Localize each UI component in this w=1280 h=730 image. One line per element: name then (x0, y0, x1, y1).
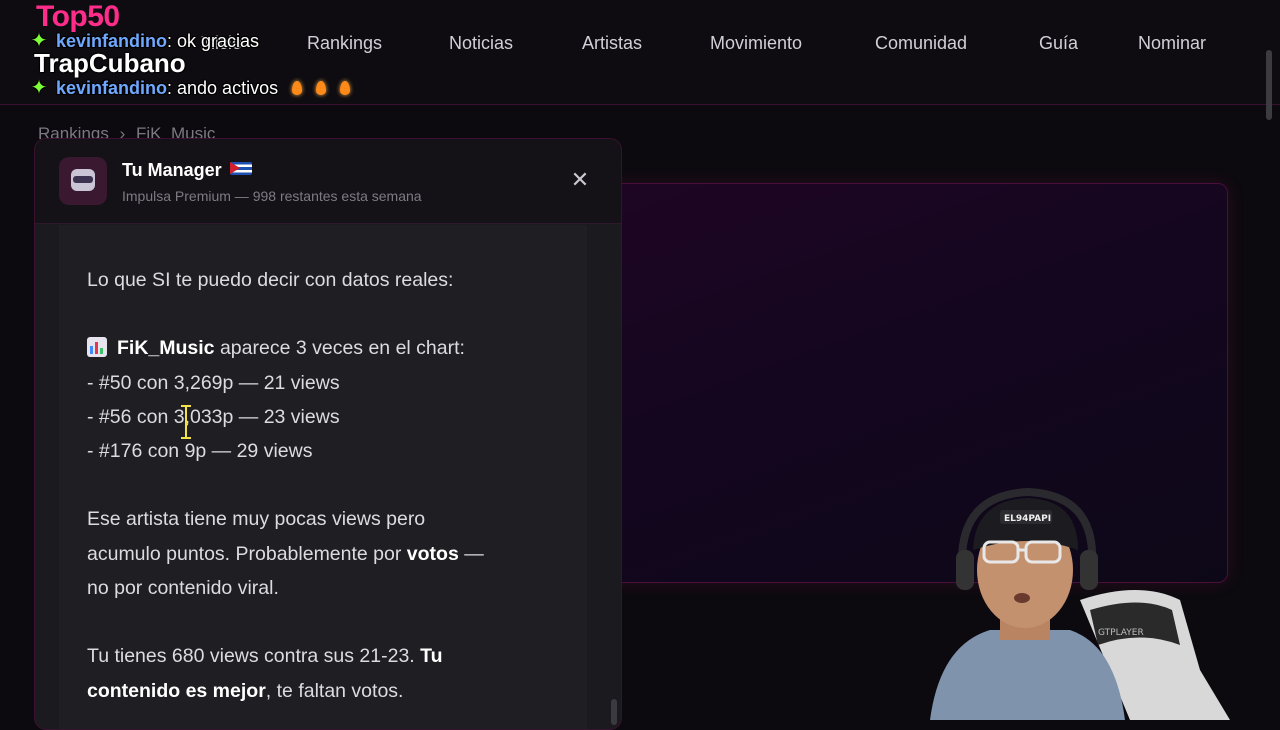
nav-item-guia[interactable]: Guía (1039, 33, 1078, 54)
text-cursor-icon (181, 405, 191, 439)
manager-subtitle: Impulsa Premium — 998 restantes esta sem… (122, 188, 422, 204)
chat-message: ✦ kevinfandino: ando activos (28, 75, 351, 100)
close-icon[interactable]: ✕ (569, 169, 591, 191)
chart-entry: - #176 con 9p — 29 views (87, 440, 313, 463)
message-line: contenido es mejor, te faltan votos. (87, 679, 404, 702)
message-line: FiK_Music aparece 3 veces en el chart: (87, 331, 557, 365)
nav-item-noticias[interactable]: Noticias (449, 33, 513, 54)
fire-icon (340, 81, 351, 95)
bar-chart-icon (87, 337, 107, 358)
chair-brand-text: GTPLAYER (1098, 628, 1144, 638)
sparkle-icon: ✦ (30, 77, 48, 99)
chat-username: kevinfandino (56, 78, 168, 98)
nav-item-artistas[interactable]: Artistas (582, 33, 642, 54)
cap-text: EL94PAPI (1004, 514, 1051, 524)
message-bubble: Lo que SI te puedo decir con datos reale… (59, 225, 587, 729)
chat-text: : ando activos (167, 78, 279, 98)
streamer-webcam-image: GTPLAYER EL94PAPI (930, 487, 1230, 720)
fire-icon (292, 81, 303, 95)
nav-item-movimiento[interactable]: Movimiento (710, 33, 802, 54)
webcam-overlay: GTPLAYER EL94PAPI (900, 470, 1280, 720)
message-line: Ese artista tiene muy pocas views pero (87, 508, 426, 531)
manager-panel: Tu Manager Impulsa Premium — 998 restant… (34, 138, 622, 730)
artist-name: FiK_Music (117, 337, 215, 360)
nav-item-nominar[interactable]: Nominar (1138, 33, 1206, 54)
manager-scrollbar[interactable] (611, 699, 617, 725)
message-line: Lo que SI te puedo decir con datos reale… (87, 269, 454, 291)
page-scrollbar[interactable] (1266, 50, 1272, 120)
message-line: acumulo puntos. Probablemente por votos … (87, 542, 484, 565)
fire-icon (316, 81, 327, 95)
nav-item-rankings[interactable]: Rankings (307, 33, 382, 54)
chart-entry: - #50 con 3,269p — 21 views (87, 371, 340, 394)
stream-logo-bottom: TrapCubano (34, 48, 186, 78)
manager-title: Tu Manager (122, 160, 252, 181)
assistant-message: Lo que SI te puedo decir con datos reale… (87, 263, 557, 708)
nav-item-comunidad[interactable]: Comunidad (875, 33, 967, 54)
robot-avatar-icon (59, 157, 107, 205)
chart-entry: - #56 con 3,033p — 23 views (87, 405, 340, 428)
manager-header: Tu Manager Impulsa Premium — 998 restant… (35, 139, 621, 224)
message-line: no por contenido viral. (87, 577, 279, 600)
message-line: Tu tienes 680 views contra sus 21-23. Tu (87, 645, 443, 668)
cuba-flag-icon (229, 162, 252, 175)
